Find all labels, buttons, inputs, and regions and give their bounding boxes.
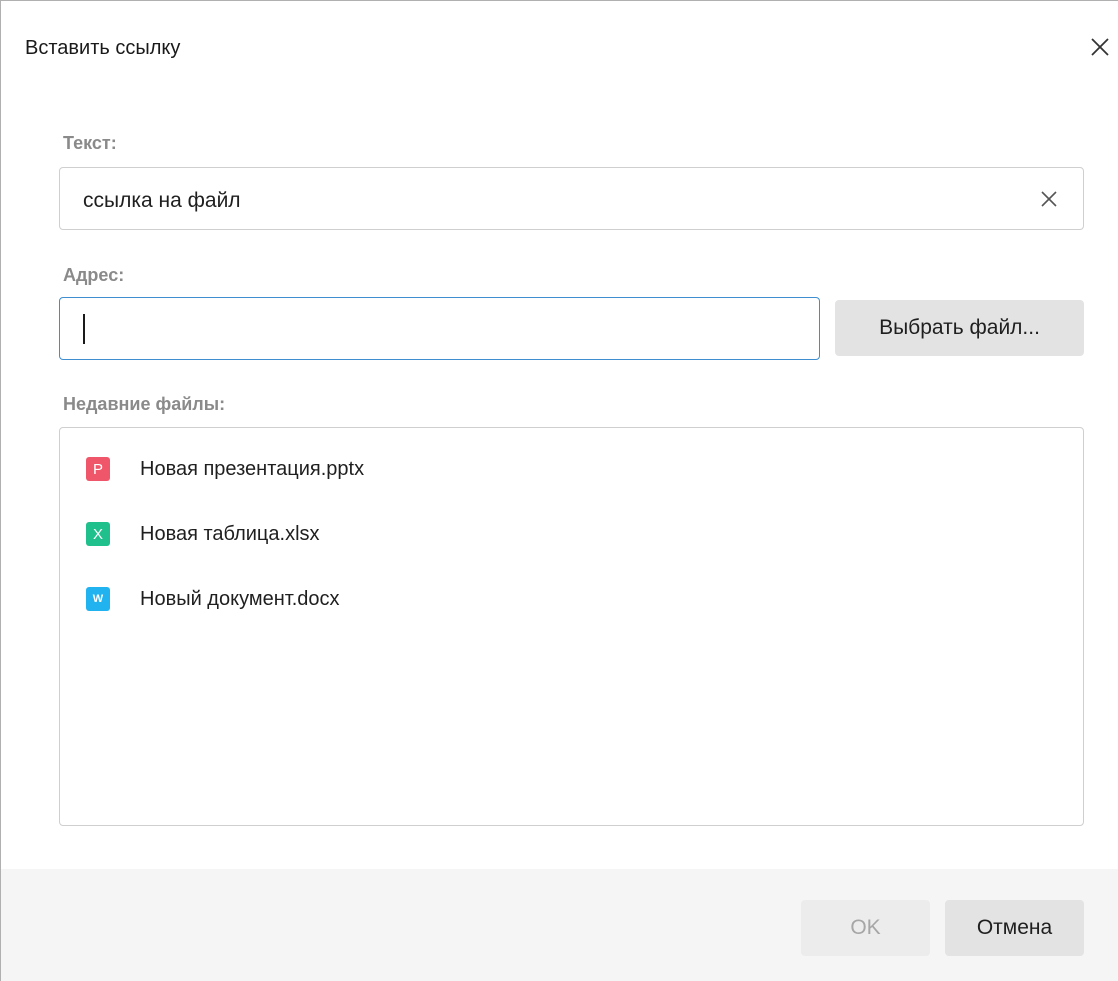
text-caret [83, 314, 85, 344]
recent-files-label: Недавние файлы: [63, 394, 226, 414]
recent-file-item[interactable]: X Новая таблица.xlsx [86, 520, 320, 548]
cancel-button[interactable]: Отмена [945, 900, 1084, 956]
choose-file-button[interactable]: Выбрать файл... [835, 300, 1084, 356]
recent-file-item[interactable]: P Новая презентация.pptx [86, 455, 364, 483]
text-input[interactable]: ссылка на файл [59, 167, 1084, 230]
ok-button[interactable]: OK [801, 900, 930, 956]
recent-files-list: P Новая презентация.pptx X Новая таблица… [59, 427, 1084, 826]
insert-link-dialog: Вставить ссылку Текст: ссылка на файл Ад… [0, 0, 1118, 981]
address-input[interactable] [59, 297, 820, 360]
dialog-title: Вставить ссылку [25, 37, 181, 59]
presentation-file-icon: P [86, 457, 110, 481]
document-file-icon: W [86, 587, 110, 611]
recent-file-name: Новый документ.docx [140, 587, 340, 610]
text-field-label: Текст: [63, 133, 117, 153]
close-icon[interactable] [1087, 34, 1113, 60]
clear-icon[interactable] [1037, 187, 1061, 211]
address-field-label: Адрес: [63, 265, 125, 285]
spreadsheet-file-icon: X [86, 522, 110, 546]
dialog-titlebar: Вставить ссылку [1, 1, 1118, 93]
recent-file-name: Новая таблица.xlsx [140, 522, 320, 545]
recent-file-item[interactable]: W Новый документ.docx [86, 585, 340, 613]
recent-file-name: Новая презентация.pptx [140, 457, 365, 480]
text-input-value: ссылка на файл [83, 189, 241, 212]
